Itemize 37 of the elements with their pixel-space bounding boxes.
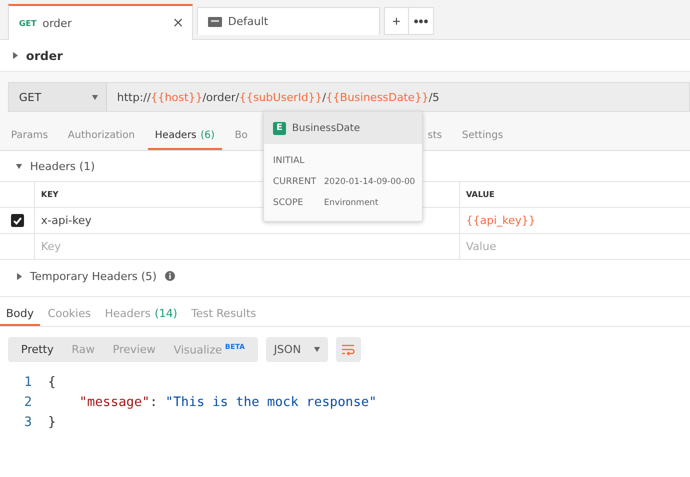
close-icon[interactable]: × (172, 15, 184, 31)
line-number: 3 (23, 414, 33, 430)
method-label: GET (19, 18, 36, 28)
caret-icon (314, 346, 320, 353)
caret-icon (12, 52, 18, 59)
view-mode-button[interactable]: Pretty (12, 337, 63, 362)
request-tab[interactable]: GET order × (8, 4, 193, 40)
field-label: INITIAL (273, 154, 306, 168)
info-icon[interactable] (164, 271, 175, 281)
more-button[interactable]: ••• (409, 7, 434, 35)
column-header: VALUE (459, 182, 690, 207)
new-tab-button[interactable]: + (384, 7, 409, 35)
tab-label: order (42, 16, 73, 30)
response-tab[interactable]: Body (0, 303, 40, 326)
table-cell: {{api_key}} (459, 208, 690, 233)
view-mode-button[interactable]: Visualize $^{BETA}$ (164, 337, 254, 362)
field-value: Environment (324, 196, 380, 210)
request-tab[interactable]: Default (197, 7, 380, 35)
environment-icon (208, 16, 222, 26)
format-select[interactable]: JSON (266, 337, 328, 362)
line-number: 1 (23, 374, 33, 390)
scope-badge: E (273, 122, 286, 134)
section-title[interactable]: Headers (1) (30, 160, 95, 172)
request-section-tab[interactable]: Headers (6) (148, 122, 222, 150)
code-line: } (48, 414, 56, 430)
line-number: 2 (23, 394, 33, 410)
section-title[interactable]: Temporary Headers (5) (30, 270, 157, 282)
variable-name: BusinessDate (292, 122, 360, 134)
code-line: "message": "This is the mock response" (78, 394, 377, 410)
field-label: SCOPE (273, 196, 304, 210)
tab-label: Default (228, 15, 270, 28)
response-tab[interactable]: Headers (14) (98, 303, 184, 326)
checkbox[interactable] (10, 214, 24, 227)
request-name: order (26, 48, 63, 62)
wrap-icon (341, 344, 356, 356)
code-line: { (48, 374, 56, 390)
wrap-button[interactable] (336, 337, 361, 362)
